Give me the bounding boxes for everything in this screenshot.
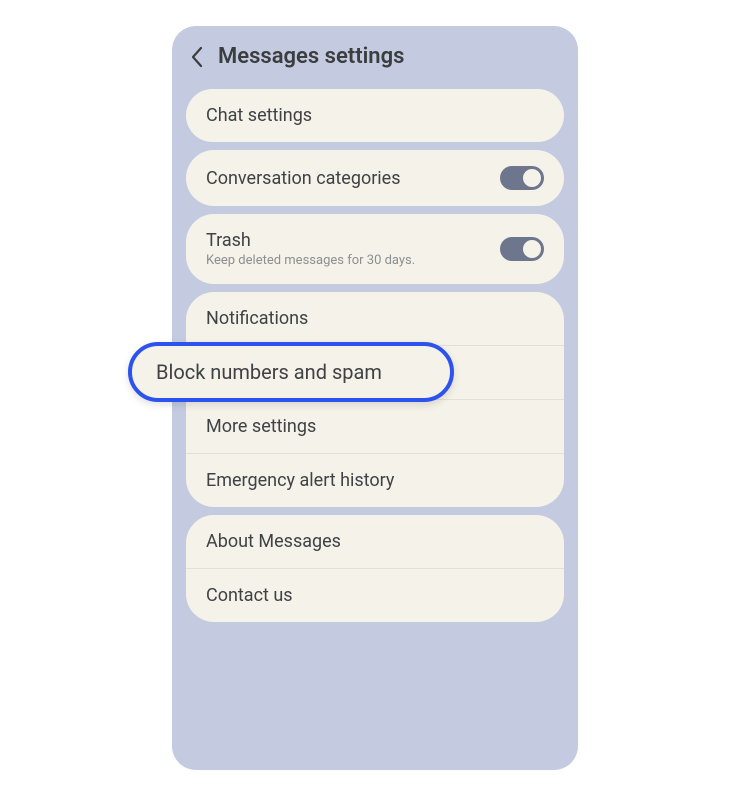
row-label: Conversation categories: [206, 168, 401, 189]
conversation-categories-toggle[interactable]: [500, 166, 544, 190]
back-icon[interactable]: [190, 46, 204, 68]
trash-toggle[interactable]: [500, 237, 544, 261]
highlight-label: Block numbers and spam: [156, 360, 382, 384]
about-messages-row[interactable]: About Messages: [186, 515, 564, 568]
row-sublabel: Keep deleted messages for 30 days.: [206, 253, 415, 268]
highlight-callout[interactable]: Block numbers and spam: [128, 342, 454, 402]
conversation-categories-row[interactable]: Conversation categories: [186, 150, 564, 206]
screen-container: Messages settings Chat settings Conversa…: [0, 0, 750, 800]
row-label: Notifications: [206, 308, 308, 329]
settings-card: Trash Keep deleted messages for 30 days.: [186, 214, 564, 284]
emergency-alert-row[interactable]: Emergency alert history: [186, 453, 564, 507]
settings-header: Messages settings: [172, 26, 578, 81]
notifications-row[interactable]: Notifications: [186, 292, 564, 345]
settings-card: Chat settings: [186, 89, 564, 142]
page-title: Messages settings: [218, 44, 404, 69]
row-label: Chat settings: [206, 105, 312, 126]
settings-card: About Messages Contact us: [186, 515, 564, 622]
chat-settings-row[interactable]: Chat settings: [186, 89, 564, 142]
row-label: More settings: [206, 416, 316, 437]
row-label: Emergency alert history: [206, 470, 394, 491]
settings-card: Conversation categories: [186, 150, 564, 206]
trash-row[interactable]: Trash Keep deleted messages for 30 days.: [186, 214, 564, 284]
more-settings-row[interactable]: More settings: [186, 399, 564, 453]
row-label: About Messages: [206, 531, 341, 552]
row-label: Contact us: [206, 585, 293, 606]
row-label: Trash: [206, 230, 415, 251]
contact-us-row[interactable]: Contact us: [186, 568, 564, 622]
